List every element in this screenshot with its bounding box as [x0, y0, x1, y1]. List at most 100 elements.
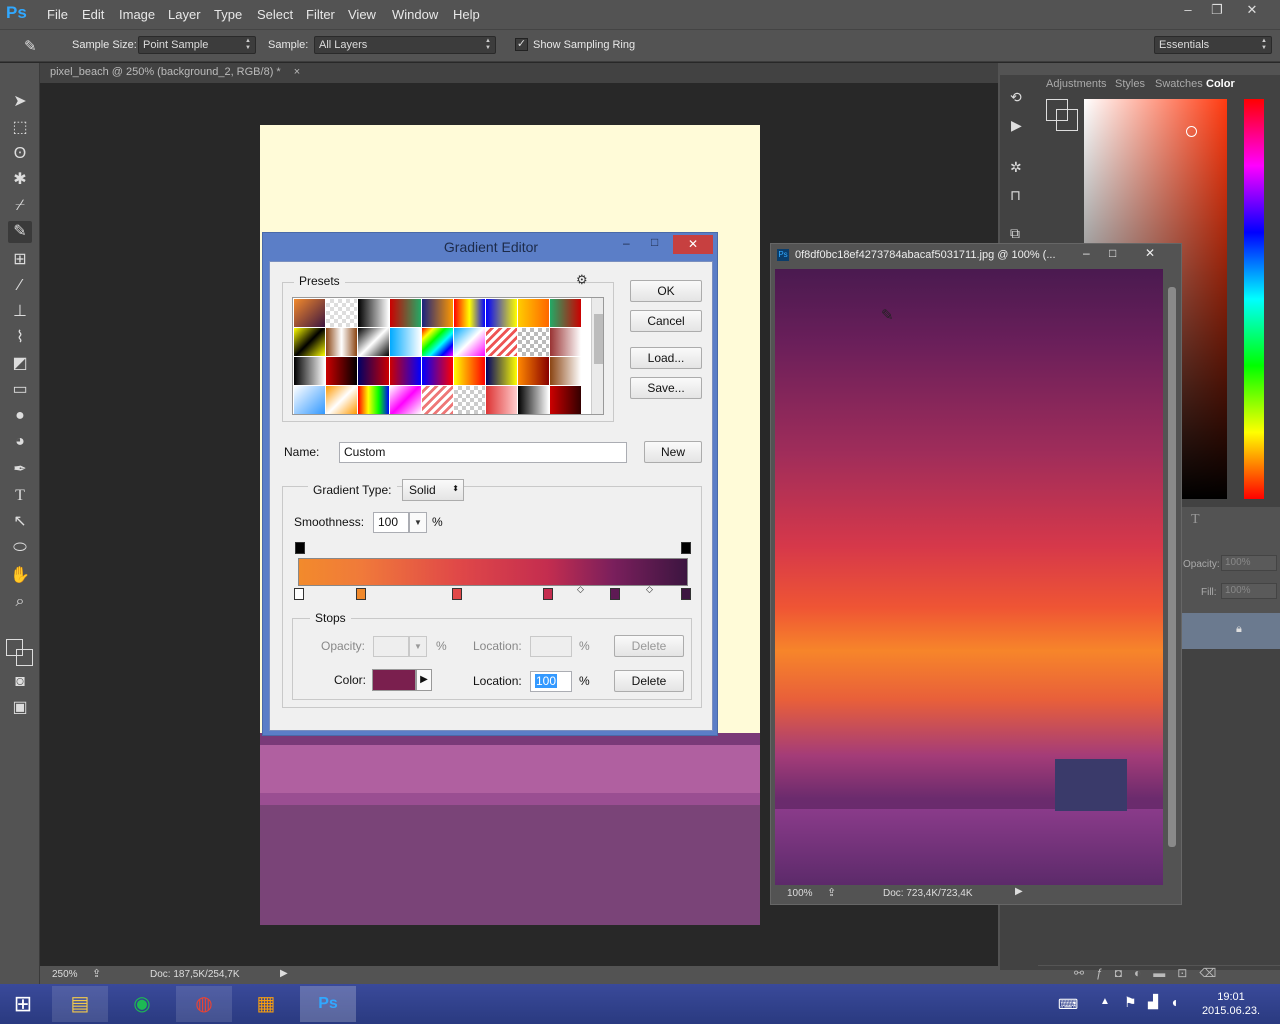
preset-swatch[interactable]	[326, 357, 357, 385]
preset-swatch[interactable]	[550, 328, 581, 356]
brush-presets-icon[interactable]: ⊓	[1010, 187, 1021, 204]
preset-swatch[interactable]	[294, 299, 325, 327]
file-explorer-icon[interactable]: ▤	[52, 986, 108, 1022]
mask-icon[interactable]: ◘	[1115, 966, 1134, 980]
presets-gear-icon[interactable]: ⚙	[576, 272, 588, 288]
menu-file[interactable]: File	[47, 7, 68, 22]
taskbar-clock[interactable]: 19:01 2015.06.23.	[1196, 990, 1266, 1018]
dialog-close-button[interactable]: ✕	[673, 235, 713, 254]
preset-swatch[interactable]	[326, 386, 357, 414]
delete-opacity-stop-button[interactable]: Delete	[614, 635, 684, 657]
keyboard-icon[interactable]: ⌨	[1058, 996, 1078, 1013]
preset-swatch[interactable]	[422, 357, 453, 385]
name-input[interactable]: Custom	[339, 442, 627, 463]
preset-swatch[interactable]	[326, 299, 357, 327]
opacity-stop-left[interactable]	[295, 542, 305, 554]
menu-select[interactable]: Select	[257, 7, 293, 22]
image-window-share-icon[interactable]: ⇪	[827, 886, 836, 899]
preset-swatch[interactable]	[518, 328, 549, 356]
image-window-scrollbar[interactable]	[1165, 269, 1179, 885]
clone-source-icon[interactable]: ⧉	[1010, 225, 1020, 242]
stop-color-menu-icon[interactable]: ▶	[416, 669, 432, 691]
tray-expand-icon[interactable]: ▲	[1100, 996, 1110, 1007]
restore-button[interactable]: ❐	[1203, 0, 1231, 20]
eraser-tool-icon[interactable]: ◩	[8, 353, 32, 375]
tab-color[interactable]: Color	[1206, 78, 1235, 90]
image-window-zoom[interactable]: 100%	[787, 888, 813, 899]
new-button[interactable]: New	[644, 441, 702, 463]
stop-opacity-dropdown-icon[interactable]: ▼	[409, 636, 427, 657]
preset-swatch[interactable]	[454, 299, 485, 327]
presets-scrollbar[interactable]	[591, 298, 603, 414]
zoom-level[interactable]: 250%	[52, 969, 78, 980]
opacity-field[interactable]: 100%	[1221, 555, 1277, 571]
preset-swatch[interactable]	[390, 357, 421, 385]
preset-swatch[interactable]	[486, 386, 517, 414]
preset-swatch[interactable]	[294, 328, 325, 356]
opacity-stop-right[interactable]	[681, 542, 691, 554]
gradient-preview-bar[interactable]	[298, 558, 688, 586]
save-button[interactable]: Save...	[630, 377, 702, 399]
color-location-input[interactable]: 100	[530, 671, 572, 692]
share-icon[interactable]: ⇪	[92, 967, 101, 980]
color-panel-background[interactable]	[1056, 109, 1078, 131]
tab-styles[interactable]: Styles	[1115, 78, 1145, 90]
preset-swatch[interactable]	[358, 357, 389, 385]
smoothness-input[interactable]: 100	[373, 512, 409, 533]
magic-wand-tool-icon[interactable]: ✱	[8, 169, 32, 191]
clone-stamp-tool-icon[interactable]: ⊥	[8, 301, 32, 323]
blur-tool-icon[interactable]: ●	[8, 405, 32, 427]
sample-select[interactable]: All Layers	[314, 36, 496, 54]
preset-swatch[interactable]	[294, 386, 325, 414]
preset-swatch[interactable]	[326, 328, 357, 356]
menu-window[interactable]: Window	[392, 7, 438, 22]
app-grid-icon[interactable]: ▦	[238, 986, 294, 1022]
preset-swatch[interactable]	[454, 386, 485, 414]
preset-swatch[interactable]	[294, 357, 325, 385]
gradient-tool-icon[interactable]: ▭	[8, 379, 32, 401]
spotify-icon[interactable]: ◉	[114, 986, 170, 1022]
menu-image[interactable]: Image	[119, 7, 155, 22]
fx-icon[interactable]: ƒ	[1096, 966, 1115, 980]
preset-swatch[interactable]	[358, 328, 389, 356]
adjustment-icon[interactable]: ◐	[1134, 966, 1153, 980]
path-selection-tool-icon[interactable]: ↖	[8, 511, 32, 533]
fill-field[interactable]: 100%	[1221, 583, 1277, 599]
scrollbar-thumb[interactable]	[1168, 287, 1176, 847]
ok-button[interactable]: OK	[630, 280, 702, 302]
midpoint-diamond-2[interactable]: ◇	[646, 584, 653, 595]
menu-type[interactable]: Type	[214, 7, 242, 22]
preset-swatch[interactable]	[550, 299, 581, 327]
preset-swatch[interactable]	[390, 386, 421, 414]
action-center-flag-icon[interactable]: ⚑	[1124, 994, 1137, 1011]
background-color-swatch[interactable]	[16, 649, 33, 666]
layer-row-selected[interactable]: 🔒︎	[1181, 613, 1280, 649]
brush-tool-icon[interactable]: ⁄	[8, 275, 32, 297]
color-stop-2[interactable]	[356, 588, 366, 600]
presets-grid[interactable]	[292, 297, 604, 415]
preset-swatch[interactable]	[358, 386, 389, 414]
type-filter-icon[interactable]: T	[1191, 512, 1200, 528]
history-panel-icon[interactable]: ⟲	[1010, 89, 1022, 106]
preset-swatch[interactable]	[518, 357, 549, 385]
close-tab-icon[interactable]: ×	[294, 66, 300, 78]
color-stop-1[interactable]	[294, 588, 304, 600]
stop-color-swatch[interactable]	[372, 669, 416, 691]
workspace-select[interactable]: Essentials	[1154, 36, 1272, 54]
minimize-button[interactable]: –	[1174, 0, 1202, 20]
midpoint-diamond-1[interactable]: ◇	[577, 584, 584, 595]
image-window-close-icon[interactable]: ✕	[1145, 246, 1155, 260]
history-brush-tool-icon[interactable]: ⌇	[8, 327, 32, 349]
dialog-minimize-icon[interactable]: –	[623, 236, 630, 250]
tab-adjustments[interactable]: Adjustments	[1046, 78, 1107, 90]
color-picker-ring[interactable]	[1186, 126, 1197, 137]
document-tab[interactable]: pixel_beach @ 250% (background_2, RGB/8)…	[44, 63, 307, 83]
show-sampling-ring-checkbox[interactable]: ✓	[515, 38, 528, 51]
status-arrow-icon[interactable]: ▶	[280, 968, 288, 979]
move-tool-icon[interactable]: ➤	[8, 91, 32, 113]
group-icon[interactable]: ▬	[1153, 966, 1177, 980]
smoothness-dropdown-icon[interactable]: ▼	[409, 512, 427, 533]
hue-slider[interactable]	[1244, 99, 1264, 499]
preset-swatch[interactable]	[422, 328, 453, 356]
new-layer-icon[interactable]: ⊡	[1177, 966, 1199, 980]
